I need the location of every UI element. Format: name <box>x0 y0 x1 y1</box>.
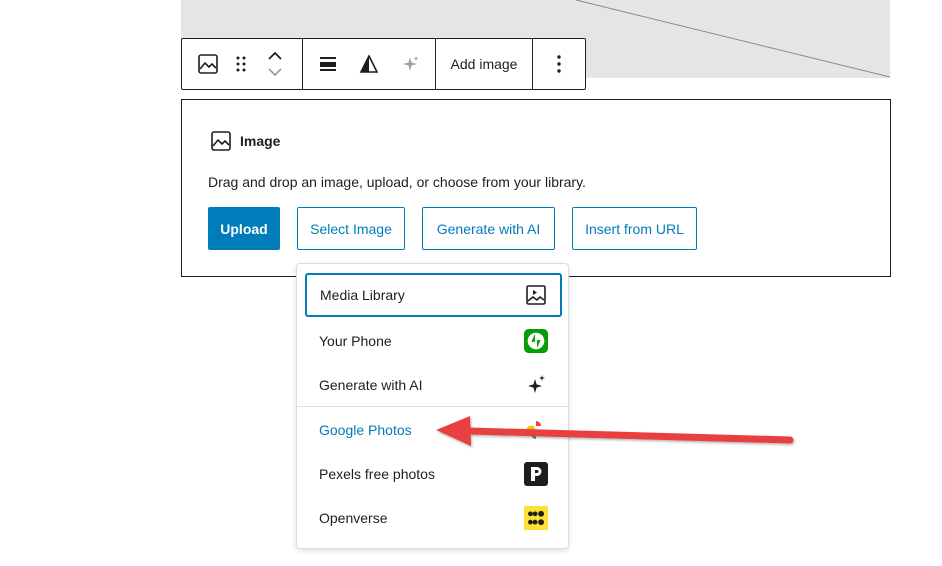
image-placeholder: Image Drag and drop an image, upload, or… <box>181 99 891 277</box>
placeholder-buttons: Upload Select Image Generate with AI Ins… <box>208 207 697 250</box>
image-icon <box>211 131 231 151</box>
menu-item-label: Generate with AI <box>319 377 423 393</box>
move-up-icon[interactable] <box>267 51 283 61</box>
menu-item-generate-ai[interactable]: Generate with AI <box>305 363 562 407</box>
duotone-icon <box>359 54 379 73</box>
placeholder-title: Image <box>240 133 281 149</box>
drag-handle-icon <box>236 56 246 72</box>
ai-sparkle-icon <box>403 56 419 71</box>
toolbar-add-group: Add image <box>436 39 533 89</box>
select-image-button[interactable]: Select Image <box>297 207 405 250</box>
move-buttons <box>248 39 302 89</box>
ai-button[interactable] <box>385 39 435 89</box>
toolbar-tools-group <box>303 39 436 89</box>
menu-item-label: Pexels free photos <box>319 466 435 482</box>
media-library-icon <box>524 283 548 307</box>
openverse-icon <box>524 506 548 530</box>
duotone-button[interactable] <box>353 39 385 89</box>
block-toolbar: Add image <box>181 38 586 90</box>
block-type-button[interactable] <box>182 39 234 89</box>
image-icon <box>198 54 218 74</box>
pexels-icon <box>524 462 548 486</box>
align-button[interactable] <box>303 39 353 89</box>
menu-item-label: Your Phone <box>319 333 392 349</box>
jetpack-phone-icon <box>524 329 548 353</box>
upload-button[interactable]: Upload <box>208 207 280 250</box>
menu-item-label: Openverse <box>319 510 388 526</box>
menu-item-openverse[interactable]: Openverse <box>305 496 562 540</box>
menu-item-google-photos[interactable]: Google Photos <box>305 408 562 452</box>
menu-item-label: Google Photos <box>319 422 412 438</box>
ai-sparkle-icon <box>524 373 548 397</box>
generate-with-ai-button[interactable]: Generate with AI <box>422 207 555 250</box>
toolbar-block-group <box>182 39 303 89</box>
more-options-button[interactable] <box>533 39 585 89</box>
drag-handle-button[interactable] <box>234 39 248 89</box>
align-icon <box>320 57 336 71</box>
menu-item-label: Media Library <box>320 287 405 303</box>
placeholder-instructions: Drag and drop an image, upload, or choos… <box>208 174 586 190</box>
move-down-icon[interactable] <box>267 67 283 77</box>
google-photos-icon <box>524 418 548 442</box>
insert-from-url-button[interactable]: Insert from URL <box>572 207 697 250</box>
more-options-icon <box>557 55 561 73</box>
placeholder-header: Image <box>210 130 280 152</box>
add-image-button[interactable]: Add image <box>436 39 532 89</box>
menu-item-your-phone[interactable]: Your Phone <box>305 319 562 363</box>
menu-item-pexels[interactable]: Pexels free photos <box>305 452 562 496</box>
toolbar-options-group <box>533 39 585 89</box>
select-image-dropdown: Media Library Your Phone Generate with A… <box>296 263 569 549</box>
menu-item-media-library[interactable]: Media Library <box>305 273 562 317</box>
menu-separator <box>297 406 568 407</box>
